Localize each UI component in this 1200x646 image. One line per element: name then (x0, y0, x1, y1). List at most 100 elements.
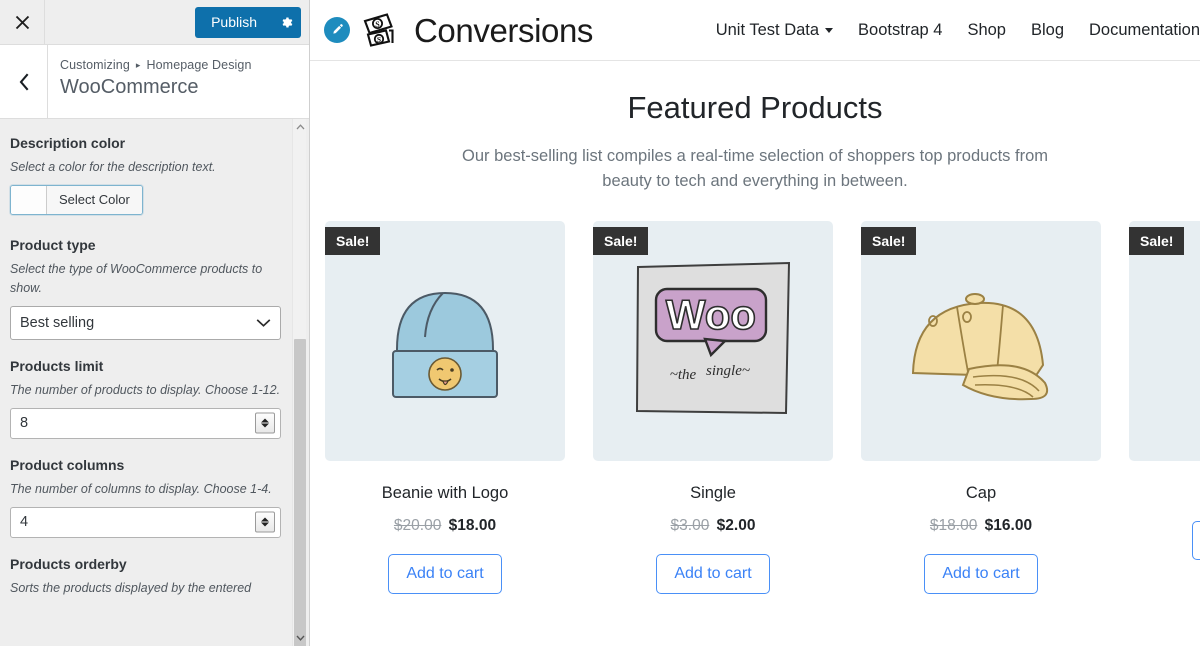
select-color-button[interactable]: Select Color (10, 185, 143, 216)
product-columns-input[interactable]: 4 (10, 506, 281, 538)
clipped-product-illustration (1129, 221, 1200, 461)
customizer-controls: Description color Select a color for the… (0, 119, 293, 598)
product-card: Sale! Cap $18.00 $16.00 Add to cart (861, 220, 1101, 594)
customizer-topbar: Publish (0, 0, 309, 45)
pencil-edit-icon[interactable] (324, 17, 350, 43)
svg-text:S: S (377, 35, 381, 44)
chevron-down-icon (256, 319, 271, 327)
product-name[interactable]: Single (593, 483, 833, 504)
breadcrumb-separator-icon: ▸ (135, 59, 141, 70)
control-product-columns: Product columns The number of columns to… (10, 455, 281, 538)
featured-products-section: Featured Products Our best-selling list … (310, 61, 1200, 594)
scroll-down-arrow-icon[interactable] (293, 630, 307, 646)
sale-badge: Sale! (1129, 226, 1185, 255)
cap-illustration (911, 292, 1049, 401)
product-type-select[interactable]: Best selling (10, 305, 281, 340)
control-label: Product type (10, 237, 96, 254)
stepper-down-icon[interactable] (261, 423, 269, 428)
sale-badge: Sale! (593, 226, 649, 255)
sale-badge: Sale! (325, 226, 381, 255)
number-stepper[interactable] (255, 412, 275, 434)
menu-item-label: Unit Test Data (715, 20, 820, 39)
breadcrumb-root[interactable]: Customizing (60, 58, 130, 72)
back-button[interactable] (0, 45, 48, 118)
product-image[interactable]: Sale! Woo ~the single~ (593, 220, 833, 461)
product-columns-value: 4 (20, 514, 29, 531)
site-navbar: S S Conversions Unit Test Data Bootstrap… (310, 0, 1200, 61)
control-products-orderby: Products orderby Sorts the products disp… (10, 554, 281, 598)
site-preview: S S Conversions Unit Test Data Bootstrap… (310, 0, 1200, 646)
add-to-cart-button[interactable]: Add to cart (1192, 521, 1200, 561)
breadcrumb: Customizing ▸ Homepage Design (60, 58, 252, 72)
price-sale: $16.00 (984, 517, 1033, 535)
customizer-header: Customizing ▸ Homepage Design WooCommerc… (0, 45, 309, 119)
scrollbar-thumb[interactable] (294, 339, 306, 646)
svg-text:single~: single~ (706, 363, 750, 379)
control-description: The number of columns to display. Choose… (10, 482, 272, 497)
control-description-color: Description color Select a color for the… (10, 133, 281, 219)
breadcrumb-parent[interactable]: Homepage Design (147, 58, 252, 72)
menu-item-blog[interactable]: Blog (1031, 21, 1064, 40)
product-price: $3.00 $2.00 (593, 516, 833, 536)
product-type-value: Best selling (20, 314, 95, 331)
sidebar-scrollbar[interactable] (292, 119, 306, 646)
stepper-down-icon[interactable] (261, 522, 269, 527)
products-limit-value: 8 (20, 415, 29, 432)
number-stepper[interactable] (255, 511, 275, 533)
section-subtitle: Our best-selling list compiles a real-ti… (462, 146, 1048, 191)
publish-button[interactable]: Publish (195, 6, 301, 38)
svg-text:Woo: Woo (666, 291, 756, 338)
add-to-cart-button[interactable]: Add to cart (388, 554, 502, 594)
stepper-up-icon[interactable] (261, 517, 269, 522)
color-swatch (11, 186, 47, 215)
select-color-label: Select Color (47, 186, 142, 215)
close-icon[interactable] (0, 0, 45, 44)
menu-item-bootstrap-4[interactable]: Bootstrap 4 (858, 21, 942, 40)
section-title: Featured Products (627, 90, 883, 125)
chevron-down-icon (825, 27, 834, 33)
pencil-glyph (333, 24, 343, 34)
control-label: Product columns (10, 456, 125, 473)
banknotes-glyph: S S (363, 13, 394, 47)
product-grid: Sale! Beanie with Logo $20.00 $18.00 Add… (310, 195, 1200, 594)
product-price: $18.00 $16.00 (861, 516, 1101, 536)
sale-badge: Sale! (861, 226, 917, 255)
svg-text:~the: ~the (670, 367, 697, 383)
site-title: Conversions (414, 11, 594, 49)
add-to-cart-button[interactable]: Add to cart (656, 554, 770, 594)
back-chevron-icon (19, 73, 28, 90)
product-card: Sale! Beanie with Logo $20.00 $18.00 Add… (325, 220, 565, 594)
scroll-up-arrow-icon[interactable] (293, 119, 307, 135)
product-name[interactable]: Beanie with Logo (325, 483, 565, 504)
caret-up-glyph (296, 124, 304, 130)
menu-item-unit-test-data[interactable]: Unit Test Data (715, 20, 834, 40)
menu-item-shop[interactable]: Shop (967, 21, 1006, 40)
customizer-app: Publish Customizing ▸ Homepage Design Wo… (0, 0, 1200, 646)
product-name[interactable]: Cap (861, 483, 1101, 504)
product-image[interactable]: Sale! (861, 220, 1101, 461)
control-description: The number of products to display. Choos… (10, 383, 281, 398)
price-sale: $18.00 (448, 517, 497, 535)
control-label: Products orderby (10, 555, 127, 572)
price-sale: $2.00 (716, 517, 756, 535)
beanie-illustration (392, 291, 498, 398)
price-original: $3.00 (670, 517, 710, 535)
gear-glyph (282, 16, 292, 28)
caret-down-glyph (295, 635, 305, 641)
publish-group: Publish (195, 6, 309, 38)
control-label: Description color (10, 135, 126, 151)
gear-icon[interactable] (271, 7, 301, 38)
add-to-cart-button[interactable]: Add to cart (924, 554, 1038, 594)
site-brand[interactable]: S S Conversions (324, 10, 593, 50)
menu-item-documentation[interactable]: Documentation (1089, 21, 1200, 40)
stepper-up-icon[interactable] (261, 418, 269, 423)
product-card: Sale! Woo ~the single~ Single $3.00 $2.0… (593, 220, 833, 594)
product-image[interactable]: Sale! (325, 220, 565, 461)
customizer-titles: Customizing ▸ Homepage Design WooCommerc… (48, 45, 252, 118)
product-image[interactable]: Sale! (1129, 220, 1200, 461)
products-limit-input[interactable]: 8 (10, 407, 281, 439)
